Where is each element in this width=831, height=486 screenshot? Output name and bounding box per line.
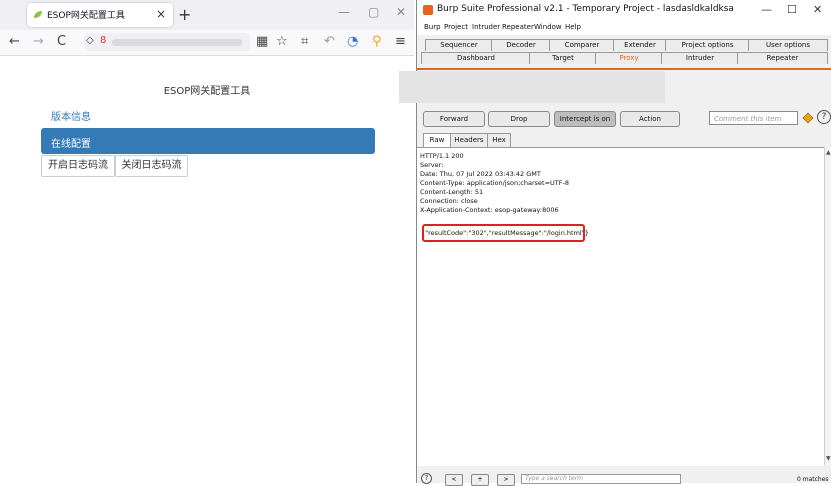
response-line: Server: [420,161,444,169]
tab-headers[interactable]: Headers [450,133,488,147]
minimize-button[interactable]: — [338,5,350,19]
redacted-subtabs [399,71,665,103]
online-config-label: 在线配置 [51,139,91,150]
tab-sequencer[interactable]: Sequencer [425,39,493,51]
tab-title: ESOP网关配置工具 [47,11,125,21]
intercept-toggle[interactable]: Intercept is on [554,111,616,127]
response-line: Connection: close [420,197,478,205]
tab-extender[interactable]: Extender [613,39,667,51]
new-tab-button[interactable]: + [178,5,191,24]
navigation-toolbar: ← → C ◇ 8 ▦ ☆ ⌗ ↶ ◔ ⚲ ≡ [0,30,414,56]
version-info-link[interactable]: 版本信息 [51,108,91,123]
close-tab-icon[interactable]: × [156,7,166,21]
close-window-button[interactable]: ✕ [813,3,822,16]
undo-icon[interactable]: ↶ [324,34,335,49]
highlight-icon[interactable] [802,112,814,124]
crop-icon[interactable]: ⌗ [301,34,308,49]
shield-icon[interactable]: ◇ [86,35,94,46]
comment-input[interactable]: Comment this item [709,111,798,125]
extension-icon[interactable]: ◔ [347,34,358,49]
burp-window: Burp Suite Professional v2.1 - Temporary… [399,0,831,486]
open-log-button[interactable]: 开启日志码流 [41,155,115,177]
response-line: Content-Length: 51 [420,188,484,196]
tab-dashboard[interactable]: Dashboard [421,52,531,64]
back-icon[interactable]: ← [9,34,20,49]
key-icon[interactable]: ⚲ [372,34,382,49]
response-line: Date: Thu, 07 Jul 2022 03:43:42 GMT [420,170,541,178]
tab-comparer[interactable]: Comparer [549,39,615,51]
burp-logo-icon [423,5,433,15]
reload-icon[interactable]: C [57,34,66,49]
tab-repeater[interactable]: Repeater [737,52,828,64]
title-bar: Burp Suite Professional v2.1 - Temporary… [417,0,831,20]
maximize-button[interactable]: ▢ [368,5,379,19]
forward-button[interactable]: Forward [423,111,485,127]
tab-underline [417,68,831,70]
next-button[interactable]: > [497,474,515,486]
menu-intruder[interactable]: Intruder [472,23,500,31]
menu-burp[interactable]: Burp [424,23,441,31]
scroll-down-icon[interactable]: ▼ [826,455,831,462]
forward-icon[interactable]: → [33,34,44,49]
tab-user-options[interactable]: User options [748,39,828,51]
url-bar[interactable]: ◇ 8 [84,33,250,51]
close-log-button[interactable]: 关闭日志码流 [115,155,188,177]
help-icon[interactable]: ? [817,110,831,124]
online-config-item[interactable]: 在线配置 [41,128,375,154]
message-editor[interactable]: HTTP/1.1 200 Server: Date: Thu, 07 Jul 2… [417,147,824,466]
tab-project-options[interactable]: Project options [665,39,750,51]
tab-intruder[interactable]: Intruder [661,52,739,64]
close-window-button[interactable]: ✕ [396,5,406,19]
tab-hex[interactable]: Hex [487,133,511,147]
tab-bar: ESOP网关配置工具 × + — ▢ ✕ [0,0,414,30]
menu-help[interactable]: Help [565,23,581,31]
previous-button[interactable]: < [445,474,463,486]
minimize-button[interactable]: — [761,3,772,16]
lock-icon[interactable]: 8 [100,35,106,46]
action-button[interactable]: Action [620,111,680,127]
page-title: ESOP网关配置工具 [163,86,251,97]
highlight-annotation [422,224,585,242]
firefox-window: ESOP网关配置工具 × + — ▢ ✕ ← → C ◇ 8 ▦ ☆ ⌗ ↶ ◔… [0,0,414,483]
add-button[interactable]: + [471,474,489,486]
tab-proxy[interactable]: Proxy [595,52,663,64]
menu-icon[interactable]: ≡ [395,34,406,49]
drop-button[interactable]: Drop [488,111,550,127]
tab-raw[interactable]: Raw [423,133,451,147]
response-line: HTTP/1.1 200 [420,152,464,160]
menu-repeater[interactable]: Repeater [502,23,534,31]
search-help-icon[interactable]: ? [421,473,432,484]
match-count: 0 matches [797,476,829,483]
leaf-icon [34,11,42,18]
scroll-up-icon[interactable]: ▲ [826,149,831,156]
redacted-url [112,39,242,46]
scrollbar[interactable]: ▲ ▼ [824,147,831,465]
browser-tab[interactable]: ESOP网关配置工具 × [27,3,173,27]
menu-window[interactable]: Window [534,23,562,31]
response-line: Content-Type: application/json;charset=U… [420,179,569,187]
response-line: X-Application-Context: esop-gateway:8006 [420,206,559,214]
maximize-button[interactable]: ☐ [787,3,797,16]
menu-project[interactable]: Project [444,23,468,31]
tab-target[interactable]: Target [529,52,597,64]
menu-bar: Burp Project Intruder Repeater Window He… [417,20,831,35]
tab-decoder[interactable]: Decoder [491,39,551,51]
qr-icon[interactable]: ▦ [256,34,268,49]
window-title: Burp Suite Professional v2.1 - Temporary… [437,4,734,14]
star-icon[interactable]: ☆ [276,34,288,49]
